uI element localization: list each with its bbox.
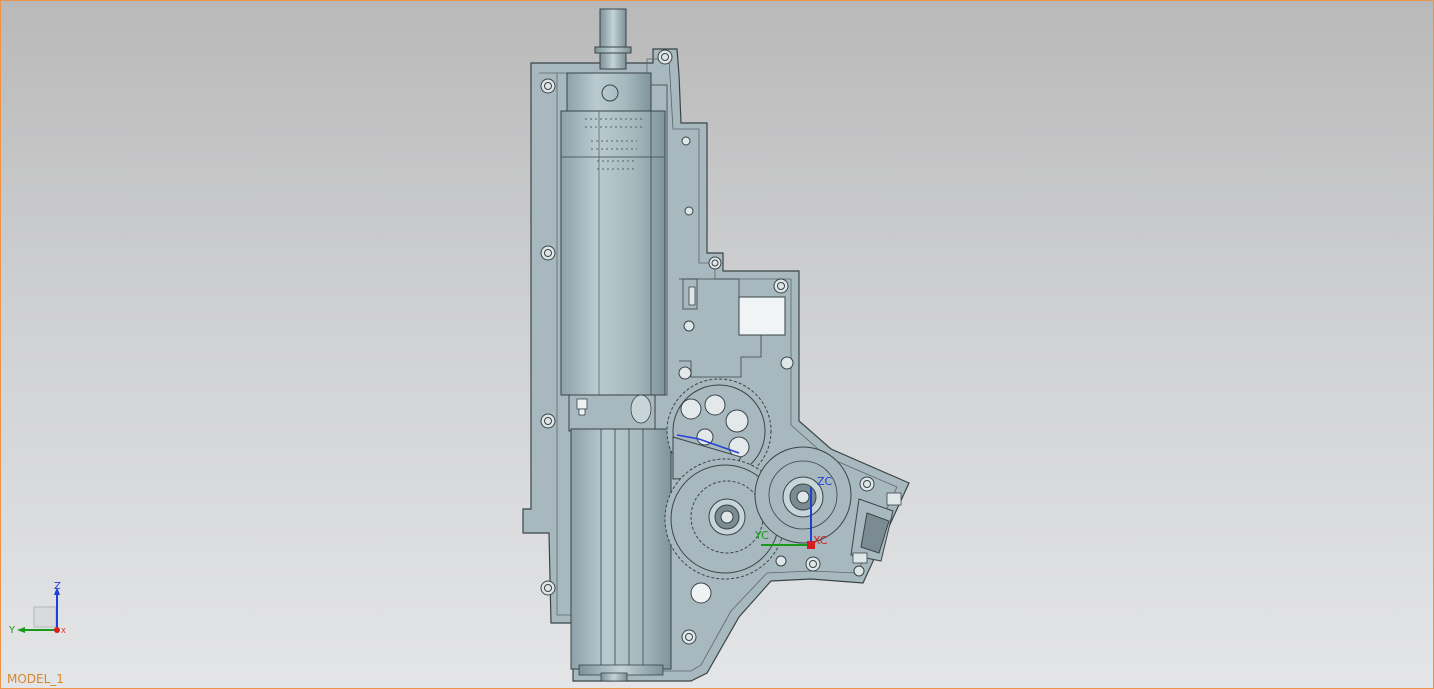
view-name-label: MODEL_1 <box>7 672 64 686</box>
view-triad[interactable]: Z Y X <box>5 577 75 643</box>
graphics-window[interactable]: ZC YC XC Z Y X MODEL_1 <box>0 0 1434 689</box>
wcs-xc-label: XC <box>813 534 828 547</box>
triad-z-label: Z <box>54 581 61 592</box>
bevel-gear <box>754 446 852 544</box>
air-nozzle <box>599 8 627 70</box>
gearbox-model[interactable] <box>1 1 1434 689</box>
cylinder <box>560 110 666 396</box>
triad-x-label: X <box>61 627 66 635</box>
wcs-zc-label: ZC <box>817 475 833 488</box>
wcs-yc-label: YC <box>755 529 769 542</box>
selector-window <box>738 296 786 336</box>
spring-rod <box>570 428 672 670</box>
triad-y-label: Y <box>9 625 16 636</box>
cylinder-head <box>566 72 652 114</box>
